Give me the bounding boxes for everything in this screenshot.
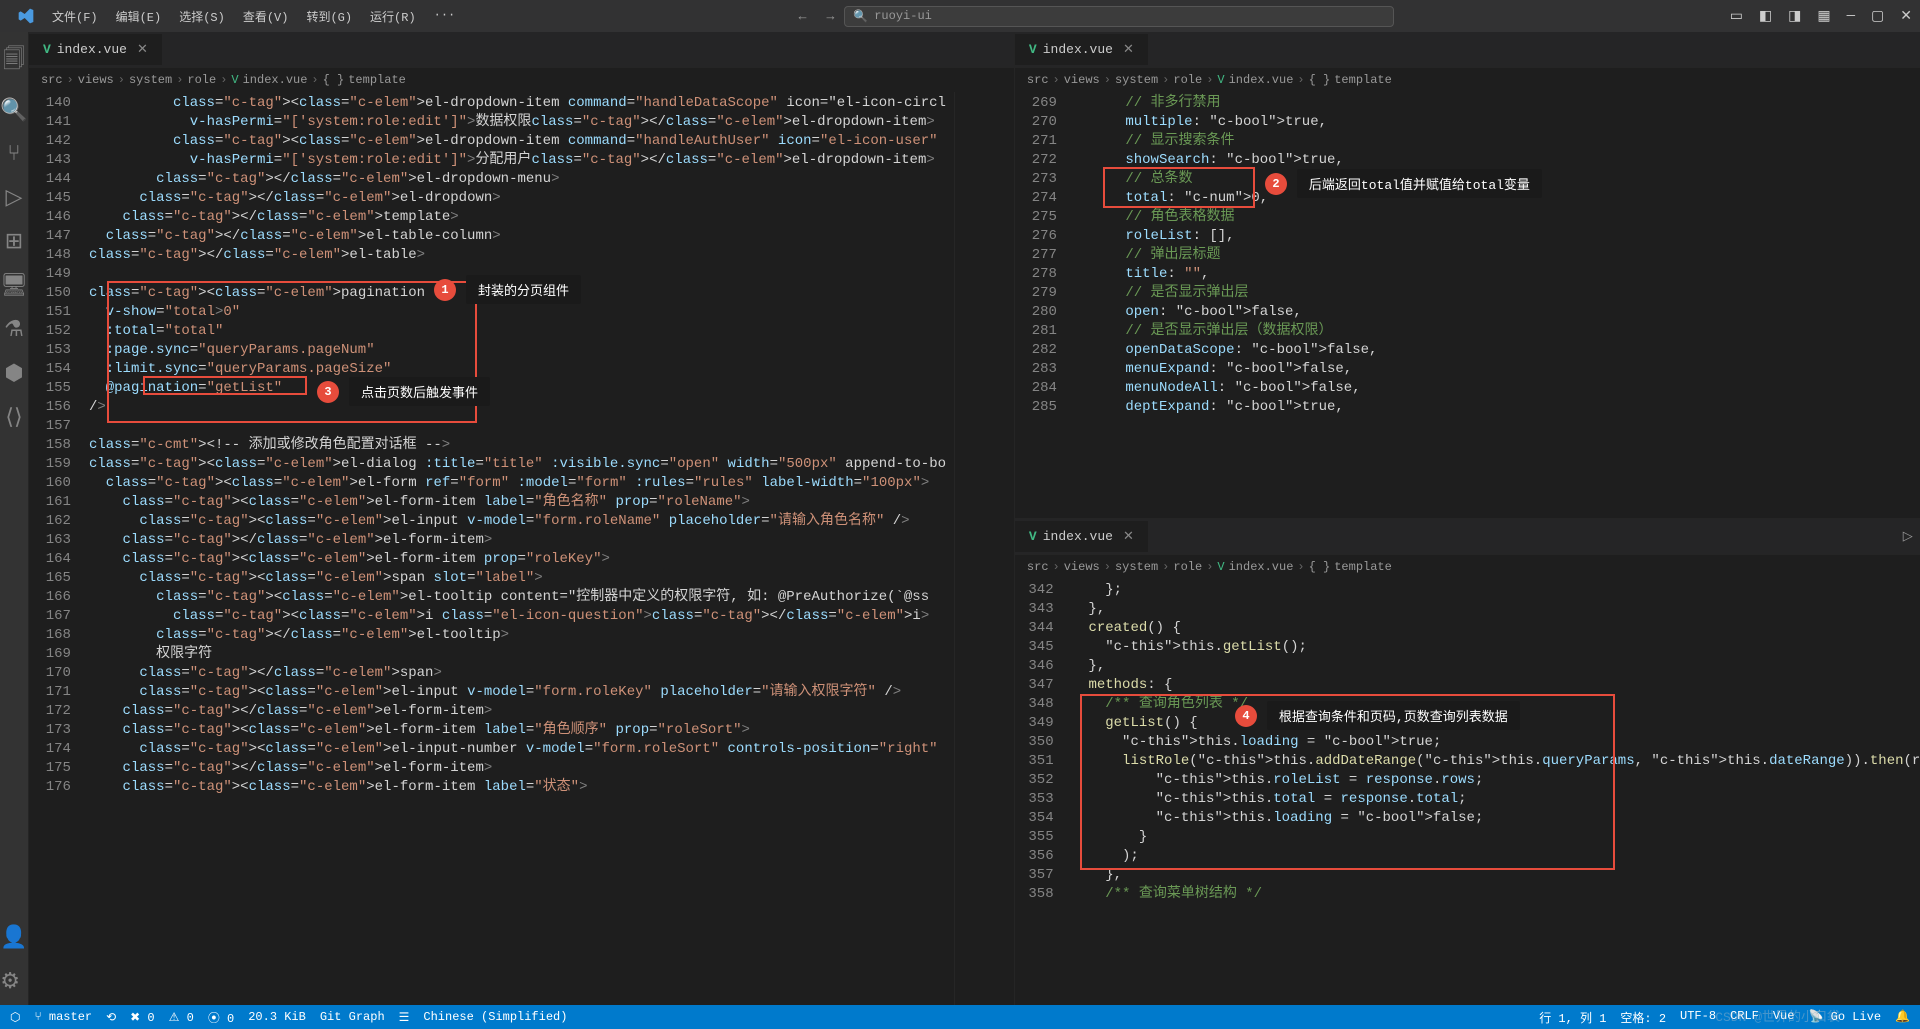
- callout-2-label: 后端返回total值并赋值给total变量: [1297, 169, 1542, 198]
- maximize-icon[interactable]: ▢: [1871, 8, 1884, 25]
- close-tab-icon[interactable]: ✕: [1123, 529, 1134, 544]
- layout-panel-icon[interactable]: ▭: [1730, 8, 1743, 25]
- layout-side-icon[interactable]: ◧: [1759, 8, 1772, 25]
- remote-indicator[interactable]: ⬡: [10, 1010, 20, 1025]
- tabs-right-top: V index.vue ✕: [1015, 32, 1920, 68]
- menu-file[interactable]: 文件(F): [44, 4, 106, 29]
- lang-pack-icon[interactable]: ☰: [399, 1010, 410, 1025]
- callout-1-badge: 1: [434, 279, 456, 301]
- git-graph[interactable]: Git Graph: [320, 1010, 385, 1024]
- breadcrumb-rb[interactable]: src› views› system› role› V index.vue› {…: [1015, 555, 1920, 579]
- activity-bar: 🗐 🔍 ⑂ ▷ ⊞ 🖥 ⚗ ⬢ ⟨⟩ 👤 ⚙: [0, 32, 29, 1005]
- menu-selection[interactable]: 选择(S): [171, 4, 233, 29]
- minimize-icon[interactable]: —: [1847, 8, 1855, 24]
- files-icon[interactable]: 🗐: [3, 42, 25, 80]
- tab-label: index.vue: [1043, 42, 1113, 57]
- tab-index-vue[interactable]: V index.vue ✕: [1015, 521, 1148, 552]
- callout-2-badge: 2: [1265, 173, 1287, 195]
- breadcrumb-rt[interactable]: src› views› system› role› V index.vue› {…: [1015, 68, 1920, 92]
- command-center[interactable]: 🔍 ruoyi-ui: [844, 6, 1394, 27]
- callout-1-label: 封装的分页组件: [466, 275, 581, 304]
- menu-run[interactable]: 运行(R): [362, 4, 424, 29]
- tab-index-vue[interactable]: V index.vue ✕: [1015, 34, 1148, 65]
- titlebar: 文件(F) 编辑(E) 选择(S) 查看(V) 转到(G) 运行(R) ··· …: [0, 0, 1920, 32]
- vscode-logo-icon: [16, 6, 36, 26]
- callout-3-label: 点击页数后触发事件: [349, 377, 490, 406]
- menu-edit[interactable]: 编辑(E): [108, 4, 170, 29]
- nav-back-icon[interactable]: ←: [799, 9, 807, 24]
- layout-grid-icon[interactable]: ▦: [1817, 8, 1830, 25]
- vue-file-icon: V: [1029, 529, 1037, 544]
- search-icon: 🔍: [853, 9, 868, 24]
- editor-rb-code[interactable]: 342 343 344 345 346 347 348 349 350 351 …: [1015, 579, 1920, 1005]
- lang-pack[interactable]: Chinese (Simplified): [423, 1010, 567, 1024]
- vue-file-icon: V: [1029, 42, 1037, 57]
- search-text: ruoyi-ui: [874, 9, 932, 23]
- gitlens-icon[interactable]: ⬢: [4, 361, 23, 387]
- breadcrumb-left[interactable]: src› views› system› role› V index.vue› {…: [29, 68, 1014, 92]
- nav-forward-icon[interactable]: →: [826, 9, 834, 24]
- tabs-left: V index.vue ✕: [29, 32, 1014, 68]
- encoding[interactable]: UTF-8: [1680, 1009, 1716, 1026]
- callout-4-label: 根据查询条件和页码,页数查询列表数据: [1267, 701, 1520, 730]
- sync-icon[interactable]: ⟨⟩: [5, 405, 22, 431]
- editor-left-code[interactable]: 140 141 142 143 144 145 146 147 148 149 …: [29, 92, 1014, 1005]
- remote-icon[interactable]: 🖥: [0, 273, 28, 299]
- search-icon[interactable]: 🔍: [0, 98, 27, 124]
- gear-icon[interactable]: ⚙: [0, 969, 27, 995]
- git-branch[interactable]: ⑂ master: [34, 1010, 92, 1024]
- menu-more[interactable]: ···: [426, 4, 464, 29]
- close-window-icon[interactable]: ✕: [1900, 8, 1912, 25]
- tabs-right-bottom: V index.vue ✕ ▷ ↺ ◨ ⋯: [1015, 519, 1920, 555]
- menu-bar: 文件(F) 编辑(E) 选择(S) 查看(V) 转到(G) 运行(R) ···: [44, 4, 463, 29]
- callout-4-badge: 4: [1235, 705, 1257, 727]
- extensions-icon[interactable]: ⊞: [5, 229, 23, 255]
- warnings[interactable]: ⚠ 0: [169, 1010, 194, 1025]
- radio-status[interactable]: ⦿ 0: [208, 1009, 234, 1026]
- minimap[interactable]: [954, 92, 1014, 1005]
- tab-label: index.vue: [57, 42, 127, 57]
- vue-file-icon: V: [43, 42, 51, 57]
- testing-icon[interactable]: ⚗: [4, 317, 24, 343]
- watermark: CSDN @世界的小口袋: [1715, 1006, 1840, 1025]
- menu-view[interactable]: 查看(V): [235, 4, 297, 29]
- sync-status[interactable]: ⟲: [106, 1010, 116, 1025]
- cursor-position[interactable]: 行 1, 列 1: [1539, 1009, 1606, 1026]
- run-icon[interactable]: ▷: [1903, 529, 1913, 544]
- editor-rt-code[interactable]: 269 270 271 272 273 274 275 276 277 278 …: [1015, 92, 1920, 518]
- layout-bottom-icon[interactable]: ◨: [1788, 8, 1801, 25]
- run-debug-icon[interactable]: ▷: [6, 185, 23, 211]
- notifications-icon[interactable]: 🔔: [1895, 1009, 1910, 1026]
- file-size: 20.3 KiB: [248, 1010, 306, 1024]
- source-control-icon[interactable]: ⑂: [7, 142, 20, 167]
- close-tab-icon[interactable]: ✕: [137, 42, 148, 57]
- indentation[interactable]: 空格: 2: [1620, 1009, 1666, 1026]
- tab-index-vue[interactable]: V index.vue ✕: [29, 34, 162, 65]
- tab-label: index.vue: [1043, 529, 1113, 544]
- callout-3-badge: 3: [317, 381, 339, 403]
- close-tab-icon[interactable]: ✕: [1123, 42, 1134, 57]
- menu-go[interactable]: 转到(G): [298, 4, 360, 29]
- errors[interactable]: ✖ 0: [130, 1010, 154, 1025]
- statusbar: ⬡ ⑂ master ⟲ ✖ 0 ⚠ 0 ⦿ 0 20.3 KiB Git Gr…: [0, 1005, 1920, 1029]
- account-icon[interactable]: 👤: [0, 925, 27, 951]
